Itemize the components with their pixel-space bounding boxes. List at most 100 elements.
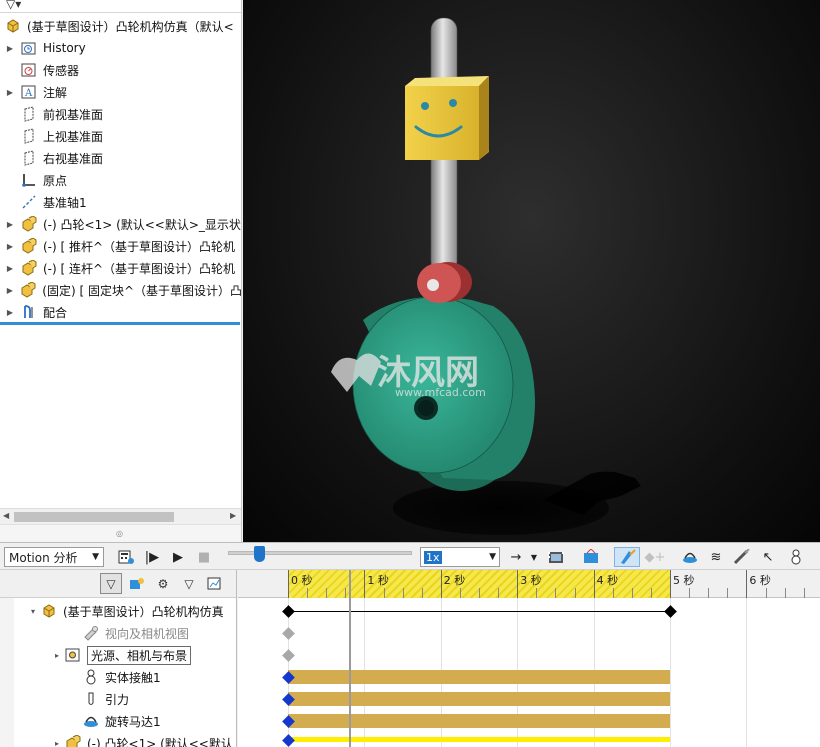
expand-arrow-icon[interactable]: ▶ [0, 220, 20, 229]
expand-arrow-icon[interactable]: ▸ [50, 651, 64, 660]
stop-icon[interactable]: ■ [194, 547, 214, 567]
tree-item[interactable]: ▶ A 注解 [0, 81, 241, 103]
smiley-right-eye [449, 99, 457, 107]
tree-horizontal-scrollbar[interactable]: ◀ ▶ [0, 508, 241, 524]
assembly-key-span [290, 611, 672, 612]
camera-icon [82, 624, 100, 642]
timeline-duration-bar[interactable] [288, 714, 670, 728]
keyframe-diamond[interactable] [664, 605, 677, 618]
plane-icon [20, 149, 38, 167]
motor-icon [82, 712, 100, 730]
expand-arrow-icon[interactable]: ▶ [0, 88, 20, 97]
expand-arrow-icon[interactable]: ▶ [0, 286, 20, 295]
tree-item[interactable]: ▶ 配合 [0, 301, 241, 323]
tree-item-label: 传感器 [43, 63, 80, 78]
save-animation-icon[interactable] [545, 547, 569, 567]
expand-arrow-icon[interactable]: ▶ [0, 242, 20, 251]
filter-icon[interactable]: ▽▾ [6, 0, 21, 11]
tree-filter-bar[interactable]: ▽▾ [0, 0, 241, 13]
tree-item-label: 原点 [43, 173, 68, 188]
motion-tree-item[interactable]: ▸ 光源、相机与布景 [0, 644, 236, 666]
ruler-major-tick [440, 570, 442, 598]
tree-item[interactable]: 传感器 [0, 59, 241, 81]
tree-root-assembly[interactable]: (基于草图设计）凸轮机构仿真（默认< [0, 15, 241, 37]
animation-wizard-icon[interactable] [580, 547, 604, 567]
ruler-minor-tick [784, 588, 786, 598]
keyframe-diamond[interactable] [282, 605, 295, 618]
filter-results-icon[interactable]: ▽ [178, 573, 200, 594]
tree-item-label: 前视基准面 [43, 107, 104, 122]
scroll-thumb[interactable] [14, 512, 174, 522]
timeline-duration-bar[interactable] [288, 737, 670, 742]
tree-item[interactable]: ▶ (固定) [ 固定块^（基于草图设计）凸 [0, 279, 241, 301]
graphics-viewport[interactable]: 沐风网 www.mfcad.com [243, 0, 820, 542]
expand-arrow-icon[interactable]: ▾ [26, 607, 40, 616]
motion-tree-item[interactable]: 引力 [0, 688, 236, 710]
playback-mode-icon[interactable]: → [505, 547, 527, 567]
ruler-minor-tick [708, 588, 710, 598]
force-icon[interactable]: ↖ [756, 547, 780, 567]
expand-arrow-icon[interactable]: ▶ [0, 264, 20, 273]
tree-item[interactable]: ▶ (-) 凸轮<1> (默认<<默认>_显示状 [0, 213, 241, 235]
timeline-time-bar[interactable] [349, 570, 352, 747]
expand-arrow-icon[interactable]: ▶ [0, 44, 20, 53]
motor-tool-icon[interactable] [678, 547, 702, 567]
tree-item[interactable]: 上视基准面 [0, 125, 241, 147]
damper-icon[interactable] [730, 547, 754, 567]
tree-bottom-splitter[interactable]: ◎ [0, 524, 241, 542]
play-icon[interactable]: ▶ [168, 547, 188, 567]
ruler-major-tick [288, 570, 289, 598]
scroll-left-icon[interactable]: ◀ [3, 511, 9, 520]
filter-plots-icon[interactable] [204, 573, 226, 594]
ruler-minor-tick [459, 588, 461, 598]
timeline-slider-thumb[interactable] [254, 546, 266, 562]
motion-timeline[interactable]: 0 秒 1 秒 2 秒 3 秒 4 秒 5 秒 6 秒 [238, 570, 820, 747]
ruler-minor-tick [498, 588, 500, 598]
follower-block [405, 76, 489, 160]
keyframe-diamond[interactable] [282, 649, 295, 662]
gravity-icon [82, 690, 100, 708]
spring-icon[interactable]: ≋ [704, 547, 728, 567]
contact-tool-icon[interactable] [784, 547, 808, 567]
timeline-duration-bar[interactable] [288, 670, 670, 684]
motion-tree-item[interactable]: ▾ (基于草图设计）凸轮机构仿真 [0, 600, 236, 622]
timeline-gridline [670, 598, 671, 747]
tree-item[interactable]: 原点 [0, 169, 241, 191]
filter-selected-icon[interactable]: ⚙ [152, 573, 174, 594]
tree-item[interactable]: 右视基准面 [0, 147, 241, 169]
scroll-right-icon[interactable]: ▶ [230, 511, 236, 520]
playback-speed-select[interactable]: 1x ▼ [420, 547, 500, 567]
study-type-select[interactable]: Motion 分析 ▼ [4, 547, 104, 567]
part-icon [20, 281, 38, 299]
keyframe-diamond[interactable] [282, 627, 295, 640]
tree-item[interactable]: ▶ (-) [ 推杆^（基于草图设计）凸轮机 [0, 235, 241, 257]
filter-animated-icon[interactable]: ▽ [100, 573, 122, 594]
timeline-ruler[interactable]: 0 秒 1 秒 2 秒 3 秒 4 秒 5 秒 6 秒 [238, 570, 820, 598]
roller-wheel [417, 262, 472, 303]
motion-tree-item[interactable]: 实体接触1 [0, 666, 236, 688]
splitter-grip-icon: ◎ [116, 529, 123, 538]
ruler-minor-tick [612, 588, 614, 598]
motion-tree-item[interactable]: ▸ (-) 凸轮<1> (默认<<默认 [0, 732, 236, 747]
panel-resize-handle[interactable]: ⊖ [241, 232, 242, 241]
autokey-icon[interactable] [614, 547, 640, 567]
expand-arrow-icon[interactable]: ▶ [0, 308, 20, 317]
ruler-minor-tick [650, 588, 652, 598]
motion-manager-tree: ▽ ⚙ ▽ ▾ (基于草图设计）凸轮机构仿真 视向及相机视图 ▸ 光源、相机与布景 实体接… [0, 570, 237, 747]
feature-tree-panel: ▽▾ (基于草图设计）凸轮机构仿真（默认< ▶ History 传感器 ▶ A 注解前视基… [0, 0, 242, 542]
add-key-icon[interactable]: ◆+ [643, 547, 667, 567]
tree-item[interactable]: 前视基准面 [0, 103, 241, 125]
tree-item-label: 上视基准面 [43, 129, 104, 144]
calculate-icon[interactable] [116, 547, 136, 567]
motion-tree-item[interactable]: 旋转马达1 [0, 710, 236, 732]
motion-tree-item[interactable]: 视向及相机视图 [0, 622, 236, 644]
tree-item[interactable]: 基准轴1 [0, 191, 241, 213]
chevron-down-icon[interactable]: ▼ [529, 547, 539, 567]
filter-driving-icon[interactable] [126, 573, 148, 594]
timeline-duration-bar[interactable] [288, 692, 670, 706]
play-from-start-icon[interactable]: |▶ [142, 547, 162, 567]
expand-arrow-icon[interactable]: ▸ [50, 739, 64, 747]
ruler-minor-tick [402, 588, 404, 598]
tree-item[interactable]: ▶ History [0, 37, 241, 59]
tree-item[interactable]: ▶ (-) [ 连杆^（基于草图设计）凸轮机 [0, 257, 241, 279]
